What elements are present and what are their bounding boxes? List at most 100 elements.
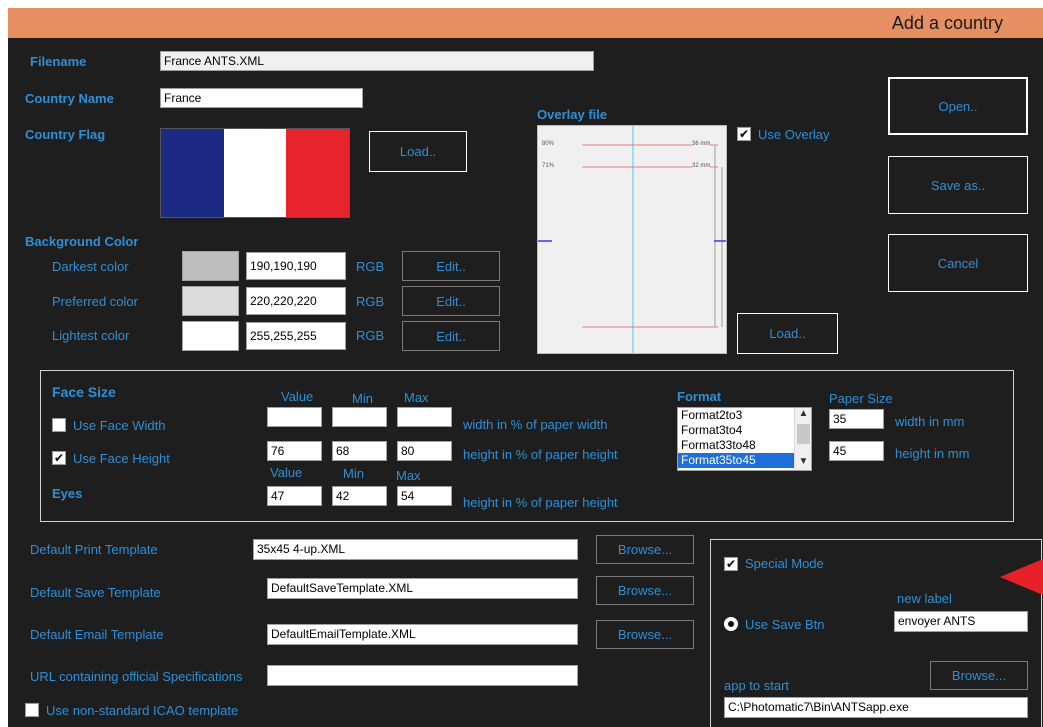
app-to-start-label: app to start (724, 678, 790, 693)
darkest-color-label: Darkest color (52, 259, 129, 274)
eyes-min[interactable]: 42 (332, 486, 387, 506)
non-standard-icao-label: Use non-standard ICAO template (46, 703, 239, 718)
use-face-width-label: Use Face Width (73, 418, 166, 433)
print-template-field[interactable]: 35x45 4-up.XML (253, 539, 578, 560)
use-face-height-label: Use Face Height (73, 451, 170, 466)
overlay-load-button[interactable]: Load.. (737, 313, 838, 354)
format-option[interactable]: Format2to3 (678, 408, 811, 423)
format-scrollbar[interactable]: ▲ ▼ (794, 408, 811, 470)
overlay-pct-2: 71% (542, 163, 555, 169)
scroll-up-icon[interactable]: ▲ (795, 408, 812, 422)
face-height-value[interactable]: 76 (267, 441, 322, 461)
print-template-label: Default Print Template (30, 542, 158, 557)
save-as-button[interactable]: Save as.. (888, 156, 1028, 214)
face-size-header: Face Size (52, 384, 116, 400)
lightest-edit-button[interactable]: Edit.. (402, 321, 500, 351)
lightest-color-field[interactable]: 255,255,255 (246, 322, 346, 350)
format-listbox[interactable]: Format2to3 Format3to4 Format33to48 Forma… (677, 407, 812, 471)
darkest-edit-button[interactable]: Edit.. (402, 251, 500, 281)
paper-size-label: Paper Size (829, 391, 893, 406)
app-path-field[interactable]: C:\Photomatic7\Bin\ANTSapp.exe (724, 697, 1028, 718)
flag-stripe-red (286, 129, 350, 217)
use-overlay-label: Use Overlay (758, 127, 830, 142)
use-overlay-checkbox[interactable]: ✔ (737, 127, 751, 141)
save-template-browse-button[interactable]: Browse... (596, 576, 694, 605)
eyes-desc: height in % of paper height (463, 495, 618, 510)
face-width-max[interactable] (397, 407, 452, 427)
country-name-label: Country Name (25, 91, 114, 106)
filename-field[interactable]: France ANTS.XML (160, 51, 594, 71)
format-option-selected[interactable]: Format35to45 (678, 453, 794, 468)
print-template-browse-button[interactable]: Browse... (596, 535, 694, 564)
url-specifications-label: URL containing official Specifications (30, 669, 243, 684)
filename-label: Filename (30, 54, 87, 69)
flag-stripe-blue (161, 129, 224, 217)
overlay-mm-1: 36 mm (692, 141, 711, 147)
special-mode-checkbox[interactable]: ✔ (724, 557, 738, 571)
eyes-label: Eyes (52, 486, 83, 501)
face-width-value[interactable] (267, 407, 322, 427)
preferred-color-swatch[interactable] (182, 286, 239, 316)
country-name-field[interactable]: France (160, 88, 363, 108)
window-title: Add a country (891, 13, 1003, 33)
email-template-browse-button[interactable]: Browse... (596, 620, 694, 649)
non-standard-icao-checkbox[interactable] (25, 703, 39, 717)
overlay-preview: 80% 71% 36 mm 32 mm (537, 125, 727, 354)
overlay-preview-graphic (538, 126, 726, 353)
face-col-min: Min (352, 391, 373, 406)
red-arrow-icon (1000, 559, 1043, 595)
paper-height-desc: height in mm (895, 446, 970, 461)
open-button[interactable]: Open.. (888, 77, 1028, 135)
use-face-width-checkbox[interactable] (52, 418, 66, 432)
cancel-button[interactable]: Cancel (888, 234, 1028, 292)
face-width-desc: width in % of paper width (463, 417, 608, 432)
new-label-header: new label (897, 591, 952, 606)
preferred-color-label: Preferred color (52, 294, 138, 309)
format-option[interactable]: Format33to48 (678, 438, 811, 453)
overlay-mm-2: 32 mm (692, 163, 711, 169)
face-height-desc: height in % of paper height (463, 447, 618, 462)
face-width-min[interactable] (332, 407, 387, 427)
paper-height-field[interactable]: 45 (829, 441, 884, 461)
overlay-pct-1: 80% (542, 141, 555, 147)
save-template-label: Default Save Template (30, 585, 161, 600)
lightest-color-swatch[interactable] (182, 321, 239, 351)
flag-load-button[interactable]: Load.. (369, 131, 467, 172)
special-mode-label: Special Mode (745, 556, 824, 571)
country-flag-image (160, 128, 350, 218)
url-specifications-field[interactable] (267, 665, 578, 686)
eyes-max[interactable]: 54 (397, 486, 452, 506)
background-color-header: Background Color (25, 234, 139, 249)
eyes-value[interactable]: 47 (267, 486, 322, 506)
preferred-edit-button[interactable]: Edit.. (402, 286, 500, 316)
darkest-color-swatch[interactable] (182, 251, 239, 281)
scroll-down-icon[interactable]: ▼ (795, 456, 812, 470)
scroll-thumb[interactable] (797, 424, 810, 444)
eyes-col-value: Value (270, 465, 303, 480)
format-option[interactable]: Format3to4 (678, 423, 811, 438)
eyes-col-min: Min (343, 466, 364, 481)
email-template-label: Default Email Template (30, 627, 164, 642)
eyes-col-max: Max (396, 468, 421, 483)
save-template-field[interactable]: DefaultSaveTemplate.XML (267, 578, 578, 599)
lightest-color-label: Lightest color (52, 328, 130, 343)
face-height-min[interactable]: 68 (332, 441, 387, 461)
paper-width-field[interactable]: 35 (829, 409, 884, 429)
app-browse-button[interactable]: Browse... (930, 661, 1028, 690)
use-save-btn-label: Use Save Btn (745, 617, 825, 632)
face-col-value: Value (281, 389, 314, 404)
face-height-max[interactable]: 80 (397, 441, 452, 461)
preferred-rgb-label: RGB (356, 294, 385, 309)
darkest-color-field[interactable]: 190,190,190 (246, 252, 346, 280)
preferred-color-field[interactable]: 220,220,220 (246, 287, 346, 315)
paper-width-desc: width in mm (895, 414, 965, 429)
face-col-max: Max (404, 390, 429, 405)
use-face-height-checkbox[interactable]: ✔ (52, 451, 66, 465)
flag-stripe-white (223, 129, 287, 217)
lightest-rgb-label: RGB (356, 328, 385, 343)
title-bar: Add a country (8, 8, 1043, 38)
new-label-field[interactable]: envoyer ANTS (894, 611, 1028, 632)
email-template-field[interactable]: DefaultEmailTemplate.XML (267, 624, 578, 645)
country-flag-label: Country Flag (25, 127, 106, 142)
use-save-btn-radio[interactable] (724, 617, 738, 631)
